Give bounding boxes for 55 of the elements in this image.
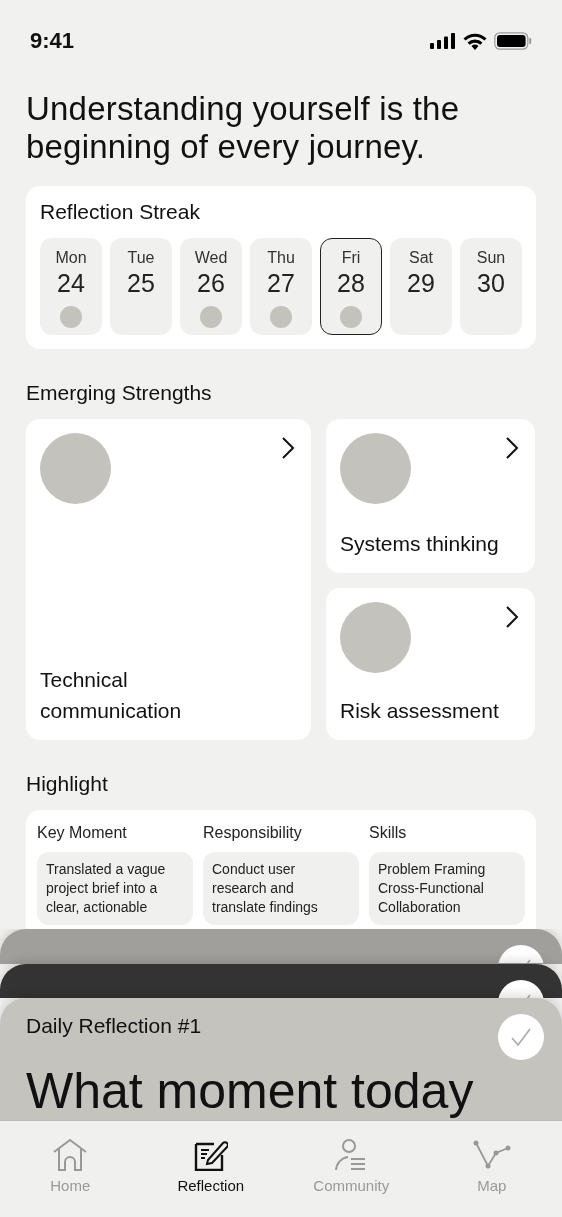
day-item[interactable]: Wed 26 — [180, 238, 242, 335]
chevron-right-icon[interactable] — [505, 436, 519, 460]
day-label: Thu — [267, 249, 295, 267]
strength-card[interactable]: Risk assessment — [326, 588, 535, 740]
highlight-heading: Skills — [369, 824, 408, 842]
day-label: Mon — [55, 249, 87, 267]
check-icon[interactable] — [498, 980, 544, 998]
day-label: Wed — [194, 249, 228, 267]
day-label: Fri — [341, 249, 361, 267]
note-pencil-icon — [193, 1139, 228, 1171]
highlight-heading: Responsibility — [203, 824, 303, 842]
day-label: Sun — [476, 249, 506, 267]
day-label: Tue — [127, 249, 155, 267]
strength-card[interactable]: Technical communication — [26, 419, 311, 740]
day-date: 30 — [477, 269, 505, 298]
highlight-text: Problem Framing Cross-Functional Collaboration — [369, 852, 525, 925]
day-date: 29 — [407, 269, 435, 298]
day-label: Sat — [409, 249, 433, 267]
reflection-question: What moment today — [26, 1062, 474, 1120]
signal-icon — [430, 33, 456, 49]
day-date: 26 — [197, 269, 225, 298]
day-item[interactable]: Sun 30 — [460, 238, 522, 335]
day-date: 24 — [57, 269, 85, 298]
reflection-card[interactable]: Daily Reflection #1 What moment today — [0, 998, 562, 1120]
strength-label: Technical communication — [40, 667, 183, 724]
card-title: Reflection Streak — [40, 200, 201, 224]
strength-card[interactable]: Systems thinking — [326, 419, 535, 573]
highlight-heading: Key Moment — [37, 824, 128, 842]
reflection-card[interactable] — [0, 964, 562, 998]
chevron-right-icon[interactable] — [281, 436, 295, 460]
day-date: 27 — [267, 269, 295, 298]
reflection-title: Daily Reflection #1 — [26, 1014, 202, 1038]
check-icon[interactable] — [498, 1014, 544, 1060]
tab-item[interactable]: Reflection — [140, 1121, 281, 1217]
day-item[interactable]: Fri 28 — [320, 238, 382, 335]
battery-icon — [494, 32, 532, 50]
highlight-text: Conduct user research and translate findings — [203, 852, 359, 925]
headline: Understanding yourself is the beginning of every journey. — [26, 90, 461, 166]
day-item[interactable]: Mon 24 — [40, 238, 102, 335]
day-item[interactable]: Sat 29 — [390, 238, 452, 335]
strength-label: Risk assessment — [340, 698, 500, 724]
day-item[interactable]: Thu 27 — [250, 238, 312, 335]
wifi-icon — [463, 32, 487, 50]
section-title: Emerging Strengths — [26, 381, 213, 405]
status-time: 9:41 — [30, 28, 75, 54]
day-date: 25 — [127, 269, 155, 298]
check-icon[interactable] — [498, 945, 544, 963]
home-icon — [53, 1139, 88, 1171]
day-item[interactable]: Tue 25 — [110, 238, 172, 335]
strength-label: Systems thinking — [340, 531, 500, 557]
chevron-right-icon[interactable] — [505, 605, 519, 629]
section-title: Highlight — [26, 772, 109, 796]
day-date: 28 — [337, 269, 365, 298]
highlight-text: Translated a vague project brief into a clear, actionable — [37, 852, 193, 925]
route-icon — [472, 1139, 511, 1171]
